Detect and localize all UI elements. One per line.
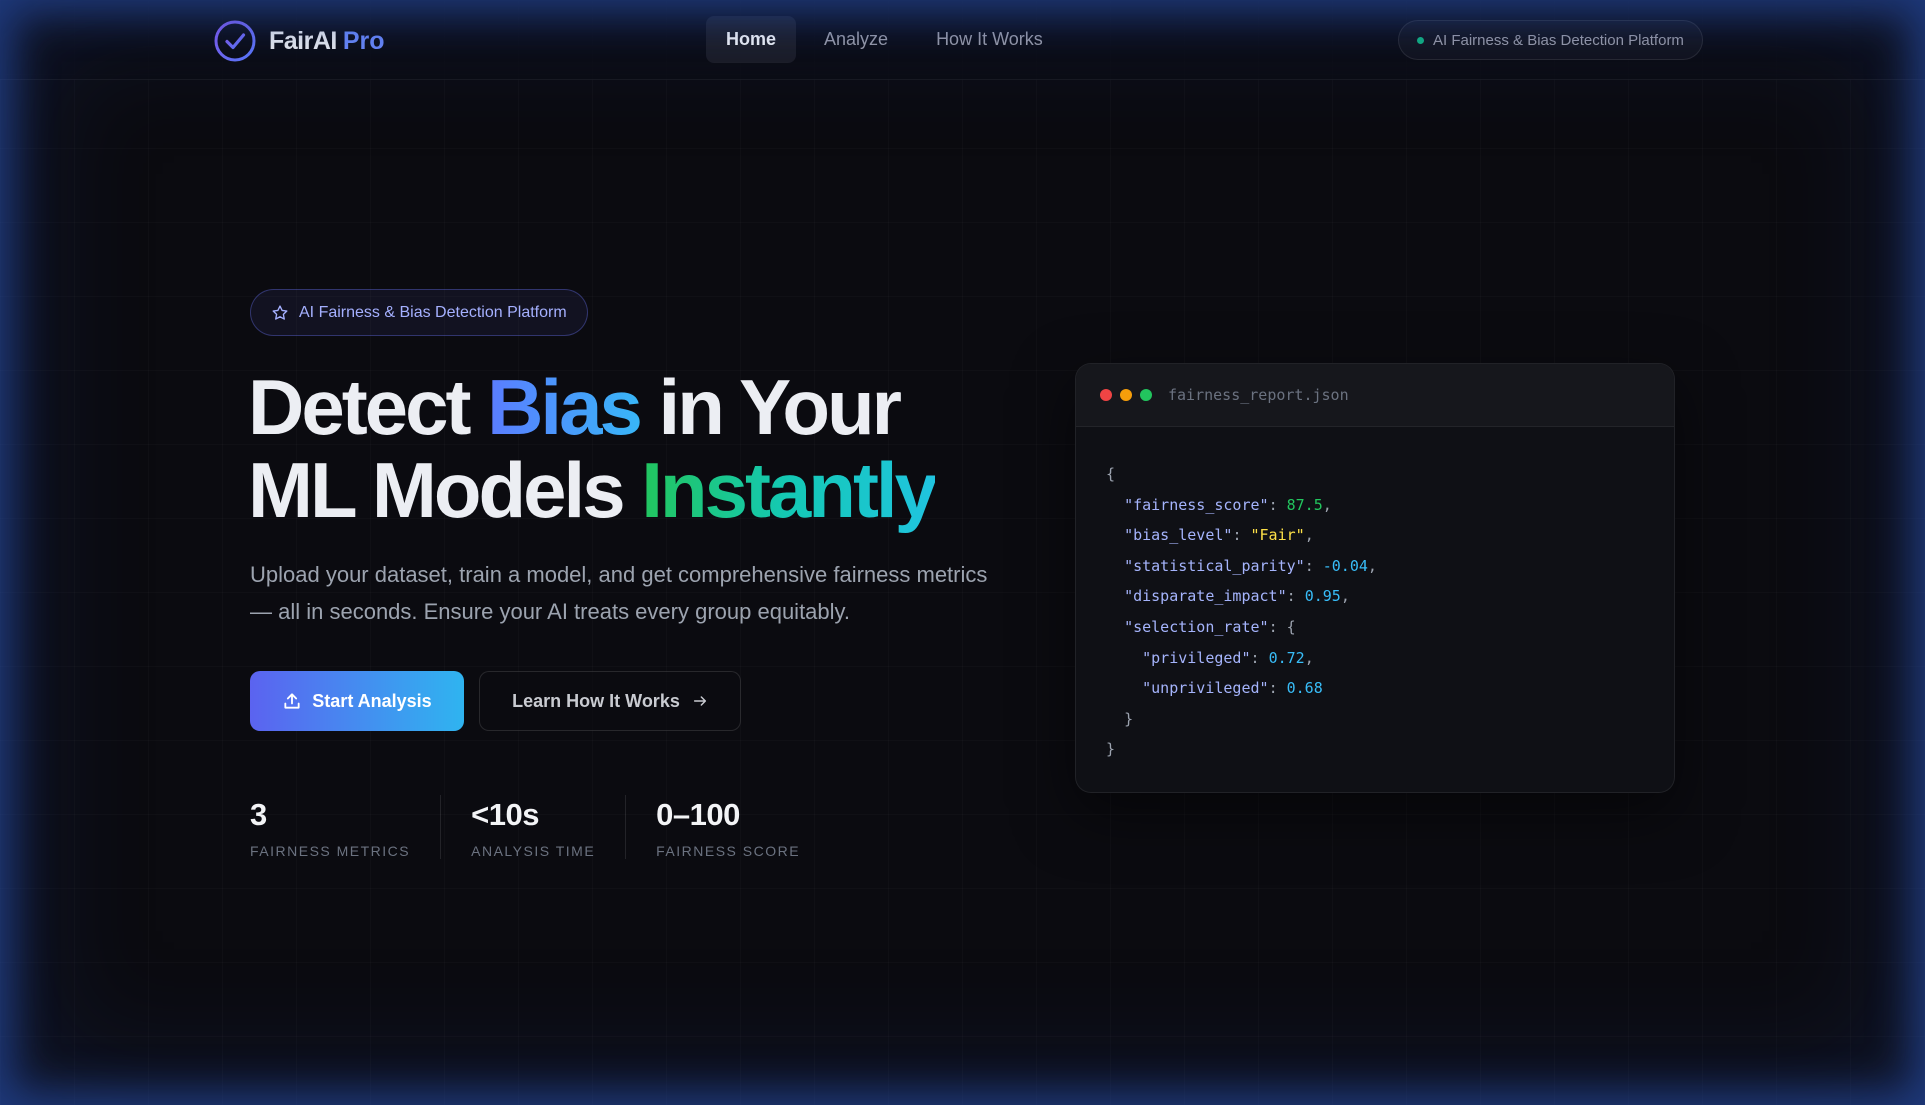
headline-part1: Detect bbox=[248, 363, 488, 451]
start-analysis-button[interactable]: Start Analysis bbox=[250, 671, 464, 731]
stat-fairness-metrics: 3 Fairness Metrics bbox=[250, 795, 440, 859]
hero-subtext: Upload your dataset, train a model, and … bbox=[250, 562, 988, 624]
star-icon bbox=[272, 304, 288, 320]
stat-value: 3 bbox=[250, 797, 267, 832]
code-open-brace: { bbox=[1106, 465, 1116, 483]
code-value: 87.5 bbox=[1286, 495, 1323, 514]
code-close-brace: } bbox=[1106, 740, 1116, 759]
code-value: 0.95 bbox=[1304, 587, 1341, 606]
code-value: 0.72 bbox=[1268, 648, 1305, 667]
stat-analysis-time: <10s Analysis Time bbox=[440, 795, 625, 859]
code-key: "statistical_parity" bbox=[1124, 556, 1305, 575]
headline-part2: in Your bbox=[639, 363, 902, 451]
platform-status-pill: AI Fairness & Bias Detection Platform bbox=[1398, 20, 1703, 60]
stat-fairness-score: 0–100 Fairness Score bbox=[625, 795, 830, 859]
headline-highlight-bias: Bias bbox=[487, 363, 643, 451]
stat-value: 0–100 bbox=[656, 797, 740, 832]
upload-icon bbox=[284, 693, 300, 709]
hero-stats: 3 Fairness Metrics <10s Analysis Time 0–… bbox=[250, 795, 830, 859]
code-body: { "fairness_score": 87.5, "bias_level": … bbox=[1106, 465, 1377, 759]
code-key: "unprivileged" bbox=[1142, 679, 1269, 698]
nav-home[interactable]: Home bbox=[706, 16, 797, 63]
code-key: "fairness_score" bbox=[1124, 495, 1269, 514]
platform-status-label: AI Fairness & Bias Detection Platform bbox=[1433, 31, 1684, 49]
code-window-titlebar: fairness_report.json bbox=[1076, 364, 1674, 427]
stat-label: Analysis Time bbox=[471, 843, 596, 859]
window-close-dot-icon bbox=[1100, 389, 1112, 401]
window-minimize-dot-icon bbox=[1120, 389, 1132, 401]
code-value: "Fair" bbox=[1250, 526, 1305, 545]
hero-badge-label: AI Fairness & Bias Detection Platform bbox=[299, 303, 567, 321]
check-circle-icon bbox=[214, 20, 256, 62]
stat-label: Fairness Metrics bbox=[250, 843, 411, 859]
code-value: -0.04 bbox=[1322, 556, 1368, 575]
code-preview-window: fairness_report.json { "fairness_score":… bbox=[1075, 363, 1675, 793]
code-filename: fairness_report.json bbox=[1168, 386, 1349, 404]
main-nav: Home Analyze How It Works bbox=[706, 16, 1063, 63]
brand-name: FairAI bbox=[269, 26, 337, 55]
code-key: "privileged" bbox=[1142, 648, 1251, 667]
brand-logo[interactable]: FairAI Pro bbox=[213, 19, 385, 63]
arrow-right-icon bbox=[693, 696, 706, 706]
stat-value: <10s bbox=[471, 797, 539, 832]
code-inner-close-brace: } bbox=[1124, 709, 1134, 728]
top-navbar: FairAI Pro Home Analyze How It Works AI F… bbox=[0, 0, 1925, 80]
code-value: 0.68 bbox=[1286, 679, 1323, 698]
code-key: "disparate_impact" bbox=[1124, 587, 1287, 606]
learn-how-it-works-label: Learn How It Works bbox=[512, 690, 680, 711]
nav-analyze[interactable]: Analyze bbox=[804, 16, 908, 63]
window-maximize-dot-icon bbox=[1140, 389, 1152, 401]
stat-label: Fairness Score bbox=[656, 843, 801, 859]
code-key: "selection_rate" bbox=[1124, 617, 1269, 636]
hero-headline: Detect Bias in Your ML Models Instantly bbox=[248, 366, 1048, 532]
code-key: "bias_level" bbox=[1124, 526, 1233, 545]
start-analysis-label: Start Analysis bbox=[312, 690, 432, 711]
nav-how-it-works[interactable]: How It Works bbox=[916, 16, 1063, 63]
headline-part3: ML Models bbox=[248, 446, 642, 534]
status-dot-icon bbox=[1417, 36, 1424, 44]
hero-badge: AI Fairness & Bias Detection Platform bbox=[250, 289, 588, 336]
learn-how-it-works-button[interactable]: Learn How It Works bbox=[479, 671, 741, 731]
page: FairAI Pro Home Analyze How It Works AI F… bbox=[0, 0, 1925, 1105]
brand-suffix: Pro bbox=[342, 26, 385, 55]
headline-highlight-instantly: Instantly bbox=[641, 446, 938, 534]
